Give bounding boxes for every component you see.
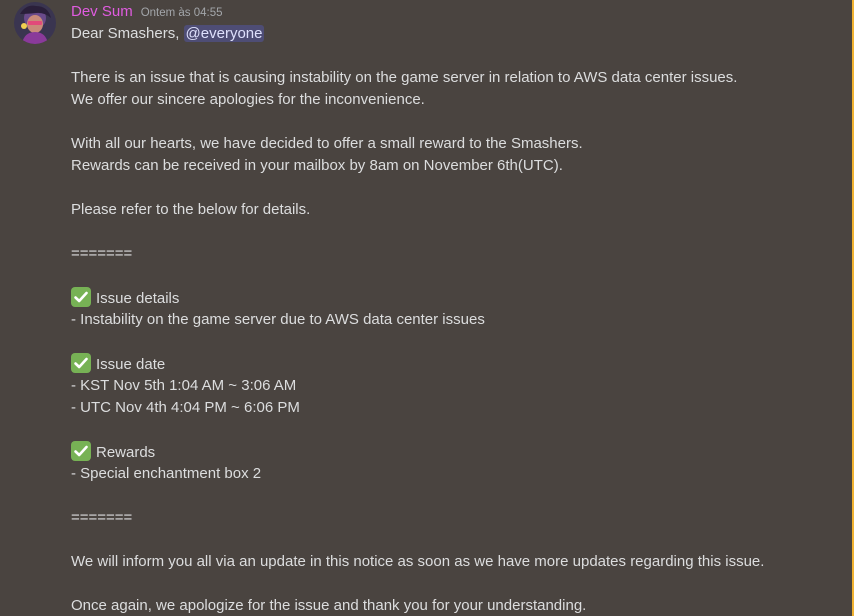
mailbox-line: Rewards can be received in your mailbox … (71, 157, 563, 174)
divider-line: ======= (71, 509, 133, 526)
message-timestamp: Ontem às 04:55 (140, 7, 223, 19)
section-details-title: Issue details (71, 287, 831, 309)
message-header: Dev Sum Ontem às 04:55 (71, 3, 223, 23)
greeting-text: Dear Smashers, (71, 25, 180, 42)
inform-line: We will inform you all via an update in … (71, 553, 765, 570)
hearts-line: With all our hearts, we have decided to … (71, 135, 583, 152)
check-mark-icon (71, 441, 91, 461)
greeting-line: Dear Smashers, @everyone (71, 23, 831, 45)
check-mark-icon (71, 287, 91, 307)
everyone-mention[interactable]: @everyone (183, 25, 265, 42)
closing-line: Once again, we apologize for the issue a… (71, 597, 587, 614)
section-details-item: - Instability on the game server due to … (71, 311, 485, 328)
section-date-item-utc: - UTC Nov 4th 4:04 PM ~ 6:06 PM (71, 399, 300, 416)
section-rewards-title-text: Rewards (96, 444, 156, 461)
section-rewards-title: Rewards (71, 441, 831, 463)
message-content: Dear Smashers, @everyone There is an iss… (71, 23, 831, 616)
section-date-item-kst: - KST Nov 5th 1:04 AM ~ 3:06 AM (71, 377, 297, 394)
author-username[interactable]: Dev Sum (71, 3, 133, 20)
issue-line: There is an issue that is causing instab… (71, 69, 738, 86)
chat-message: Dev Sum Ontem às 04:55 Dear Smashers, @e… (0, 0, 854, 616)
section-date-title-text: Issue date (96, 356, 166, 373)
divider-line: ======= (71, 245, 133, 262)
section-date-title: Issue date (71, 353, 831, 375)
section-details-title-text: Issue details (96, 290, 180, 307)
apology-line: We offer our sincere apologies for the i… (71, 91, 425, 108)
refer-line: Please refer to the below for details. (71, 201, 311, 218)
check-mark-icon (71, 353, 91, 373)
section-rewards-item: - Special enchantment box 2 (71, 465, 262, 482)
user-avatar[interactable] (14, 2, 56, 44)
